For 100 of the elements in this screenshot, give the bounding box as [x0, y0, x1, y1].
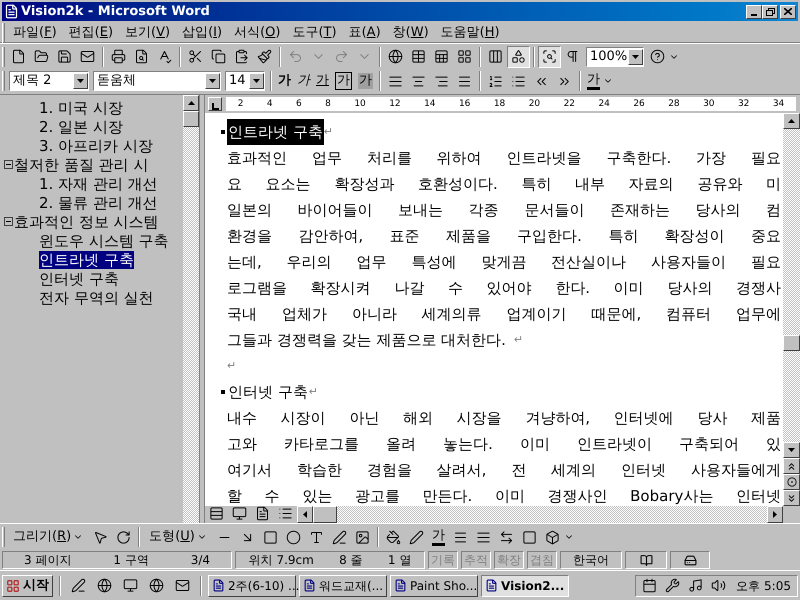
menu-item[interactable]: 표(A) [342, 22, 387, 42]
text-box-icon[interactable] [308, 530, 324, 544]
copy-icon[interactable] [211, 49, 226, 64]
vertical-scrollbar[interactable] [183, 95, 199, 523]
document-map-item[interactable]: 1. 미국 시장 [39, 98, 123, 116]
table-icon[interactable] [411, 49, 426, 64]
fill-color-icon[interactable] [386, 530, 401, 544]
close-button[interactable] [780, 4, 796, 18]
folder-icon[interactable] [34, 49, 49, 64]
paste-icon[interactable] [234, 49, 249, 64]
speaker-icon[interactable] [711, 578, 726, 593]
taskbar-button[interactable]: 워드교재(... [299, 574, 387, 596]
draw-menu[interactable]: 그리기(R) [7, 527, 90, 547]
envelope-icon[interactable] [175, 578, 190, 593]
menu-item[interactable]: 파일(F) [7, 22, 63, 42]
tab-stop-selector-icon[interactable] [208, 97, 222, 111]
wrench-icon[interactable] [665, 578, 680, 593]
autoshapes-menu[interactable]: 도형(U) [143, 527, 213, 547]
document-map-heading[interactable]: 철저한 품질 관리 시 [14, 156, 148, 174]
left-arrow-icon[interactable] [303, 511, 307, 518]
character-format-button[interactable]: 가 [335, 72, 352, 90]
font-size-dropdown[interactable]: 14 [225, 71, 265, 91]
grid-icon[interactable] [457, 49, 472, 64]
taskbar-button[interactable]: Vision2... [481, 574, 569, 596]
align-right-icon[interactable] [434, 74, 449, 88]
menu-item[interactable]: 삽입(I) [176, 22, 228, 42]
justify-icon[interactable] [388, 74, 403, 88]
document-map-toggle[interactable] [538, 46, 561, 68]
next-page-icon[interactable] [786, 492, 797, 504]
ruler[interactable]: 2 4 6 8 10 12 14 16 18 20 22 24 26 28 30 32 34 [226, 97, 796, 111]
document-map-item[interactable]: 전자 무역의 실천 [39, 288, 154, 306]
collapse-toggle-icon[interactable] [4, 217, 13, 226]
align-center-icon[interactable] [411, 74, 426, 88]
calendar-icon[interactable] [642, 578, 658, 593]
horizontal-scrollbar[interactable] [297, 506, 783, 523]
font-color-button[interactable]: 가 [587, 72, 600, 90]
globe-icon[interactable] [97, 578, 112, 593]
scroll-thumb[interactable] [783, 335, 800, 351]
menu-item[interactable]: 편집(E) [62, 22, 120, 42]
shapes-toggle[interactable] [507, 46, 530, 68]
desktop-icon[interactable] [123, 578, 138, 593]
printer-icon[interactable] [111, 49, 126, 64]
distribute-icon[interactable] [457, 74, 472, 88]
zoom-dropdown[interactable]: 100% [586, 46, 644, 66]
paintbrush-icon[interactable] [257, 49, 272, 64]
document-map-item[interactable]: 인터넷 구축 [39, 270, 119, 288]
normal-view-icon[interactable] [209, 506, 224, 521]
style-dropdown[interactable]: 제목 2 [9, 71, 89, 91]
document-map-item[interactable]: 인트라넷 구축 [39, 250, 134, 268]
document-map-item[interactable]: 1. 자재 관리 개선 [39, 174, 158, 192]
vertical-scrollbar[interactable] [783, 113, 800, 506]
music-icon[interactable] [688, 578, 704, 593]
menu-item[interactable]: 도움말(H) [434, 22, 506, 42]
up-arrow-icon[interactable] [188, 101, 195, 105]
picture-icon[interactable] [354, 530, 370, 544]
scroll-thumb[interactable] [183, 111, 199, 127]
web-view-icon[interactable] [232, 506, 247, 521]
globe-icon[interactable] [388, 49, 403, 64]
outline-view-icon[interactable] [278, 506, 293, 521]
cut-icon[interactable] [188, 49, 203, 64]
character-format-button[interactable]: 가 [278, 73, 291, 89]
taskbar-button[interactable]: Paint Sho... [390, 574, 478, 596]
down-arrow-icon[interactable] [788, 448, 795, 452]
browser-icon[interactable] [149, 578, 164, 593]
page-view-icon[interactable] [255, 506, 270, 521]
new-document-icon[interactable] [11, 49, 26, 64]
character-format-button[interactable]: 가 [316, 73, 329, 89]
pilcrow-icon[interactable] [565, 49, 580, 64]
bullet-list-icon[interactable] [511, 74, 526, 88]
pen-icon[interactable] [71, 578, 86, 593]
scroll-thumb[interactable] [313, 506, 337, 523]
menu-item[interactable]: 창(W) [386, 22, 435, 42]
document-map-item[interactable]: 윈도우 시스템 구축 [39, 232, 169, 250]
taskbar-button[interactable]: 2주(6-10) ... [208, 574, 296, 596]
help-icon[interactable] [650, 49, 665, 64]
font-dropdown[interactable]: 돋움체 [93, 71, 221, 91]
menu-item[interactable]: 보기(V) [119, 22, 176, 42]
line-style-icon[interactable] [452, 530, 468, 544]
character-format-button[interactable]: 가 [297, 73, 310, 89]
columns-icon[interactable] [488, 49, 503, 64]
save-icon[interactable] [57, 49, 72, 64]
collapse-toggle-icon[interactable] [4, 160, 13, 169]
font-color-button[interactable]: 가 [432, 528, 445, 546]
print-preview-icon[interactable] [134, 49, 149, 64]
line-color-icon[interactable] [408, 530, 424, 544]
browse-object-icon[interactable] [786, 477, 796, 487]
rectangle-icon[interactable] [262, 530, 278, 544]
document-map-item[interactable]: 2. 물류 관리 개선 [39, 194, 158, 212]
ellipse-icon[interactable] [286, 530, 301, 544]
right-arrow-icon[interactable] [773, 511, 777, 518]
document-map-heading[interactable]: 효과적인 정보 시스템 [14, 212, 159, 230]
minimize-button[interactable] [746, 4, 762, 18]
pointer-icon[interactable] [93, 530, 108, 544]
arrow-style-icon[interactable] [498, 530, 514, 544]
dash-style-icon[interactable] [476, 530, 491, 544]
previous-page-icon[interactable] [786, 460, 797, 472]
start-button[interactable]: 시작 [2, 574, 53, 596]
restore-button[interactable] [762, 4, 778, 18]
spreadsheet-icon[interactable] [434, 49, 449, 64]
menu-item[interactable]: 서식(O) [228, 22, 286, 42]
